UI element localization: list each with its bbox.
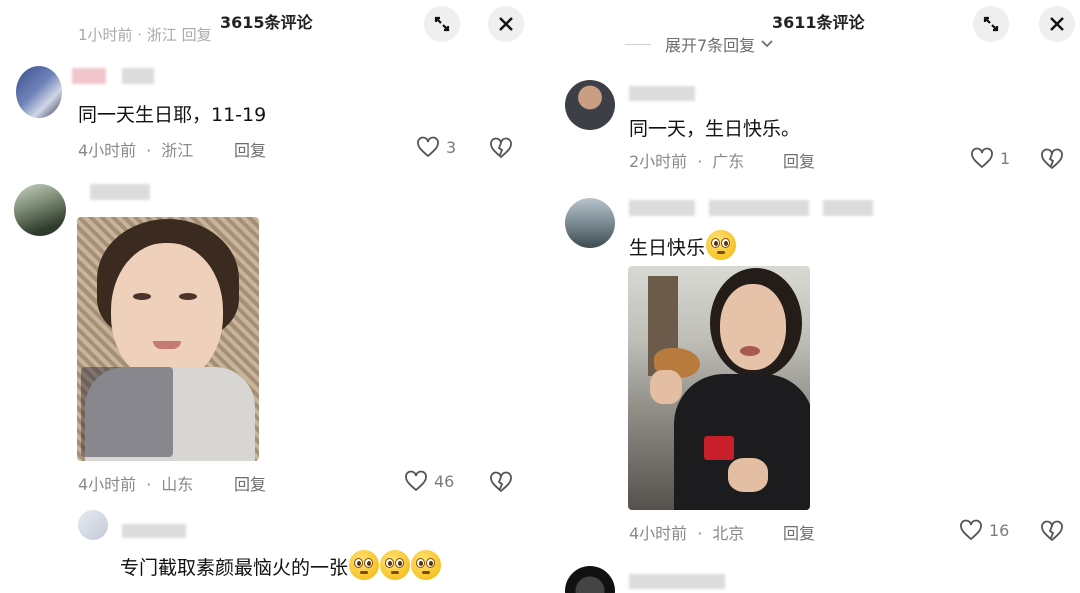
- right-comment-panel: 3611条评论 展开7条回复 同一天，生日快乐。 2小时前 · 广东 回复 1 生日…: [545, 0, 1080, 593]
- comment-count-title: 3611条评论: [772, 13, 865, 32]
- heart-icon: [405, 470, 427, 492]
- heart-icon: [971, 147, 993, 169]
- pleading-emoji: [349, 550, 380, 580]
- username-blurred: [90, 184, 150, 200]
- comment-time: 2小时前: [629, 152, 688, 171]
- person-hand: [728, 458, 768, 492]
- avatar[interactable]: [565, 80, 615, 130]
- expand-replies-label: 展开7条回复: [665, 36, 756, 55]
- avatar[interactable]: [16, 66, 62, 118]
- collapse-icon: [983, 16, 999, 32]
- comment-time: 4小时前: [78, 475, 137, 494]
- avatar[interactable]: [565, 566, 615, 593]
- like-count: 46: [434, 471, 455, 491]
- chevron-down-icon: [761, 40, 773, 48]
- comment-location: 浙江: [161, 141, 194, 160]
- comment-meta: 2小时前 · 广东: [629, 152, 745, 171]
- person-eye: [133, 293, 151, 300]
- dislike-icon[interactable]: [1039, 519, 1065, 543]
- pleading-emoji: [411, 550, 442, 580]
- close-button[interactable]: [488, 6, 524, 42]
- comment-meta: 4小时前 · 山东: [78, 475, 194, 494]
- comment-text: 生日快乐: [629, 230, 737, 260]
- like-button[interactable]: 46: [404, 470, 454, 492]
- username-blurred: [629, 574, 725, 589]
- close-button[interactable]: [1039, 6, 1075, 42]
- pleading-emoji: [706, 230, 737, 260]
- close-icon: [1050, 17, 1064, 31]
- comment-text-content: 生日快乐: [629, 237, 706, 259]
- like-count: 1: [1000, 148, 1011, 168]
- comment-text: 同一天生日耶，11-19: [78, 104, 267, 126]
- dislike-icon[interactable]: [1039, 147, 1065, 171]
- heart-icon: [417, 136, 439, 158]
- reply-button[interactable]: 回复: [783, 148, 815, 172]
- username-blurred: [709, 200, 809, 216]
- comment-count-title: 3615条评论: [220, 13, 313, 32]
- collapse-icon: [434, 16, 450, 32]
- reply-button[interactable]: 回复: [234, 137, 266, 161]
- person-mouth: [740, 346, 760, 356]
- comment-location: 北京: [712, 524, 745, 543]
- red-package: [704, 436, 734, 460]
- person-face: [720, 284, 786, 370]
- reply-button[interactable]: 回复: [783, 520, 815, 544]
- comment-text-content: 专门截取素颜最恼火的一张: [120, 557, 349, 579]
- avatar[interactable]: [78, 510, 108, 540]
- username-blurred: [122, 524, 186, 538]
- person-hand: [650, 370, 682, 404]
- pleading-emoji: [380, 550, 411, 580]
- left-comment-panel: 1小时前 · 浙江 回复 3615条评论 同一天生日耶，11-19 4小时前 · 浙…: [0, 0, 535, 593]
- like-button[interactable]: 16: [959, 519, 1009, 541]
- like-button[interactable]: 3: [416, 136, 456, 158]
- avatar[interactable]: [565, 198, 615, 248]
- comment-location: 广东: [712, 152, 745, 171]
- like-count: 16: [989, 520, 1010, 540]
- username-blurred: [823, 200, 873, 216]
- comment-text: 同一天，生日快乐。: [629, 118, 801, 140]
- comment-image[interactable]: [77, 217, 259, 461]
- reply-button[interactable]: 回复: [234, 471, 266, 495]
- comment-time: 4小时前: [78, 141, 137, 160]
- heart-icon: [960, 519, 982, 541]
- dislike-icon[interactable]: [488, 470, 514, 494]
- comment-meta: 4小时前 · 北京: [629, 524, 745, 543]
- expand-replies[interactable]: 展开7条回复: [625, 32, 775, 56]
- previous-comment-meta: 1小时前 · 浙江 回复: [78, 26, 212, 44]
- person-eye: [179, 293, 197, 300]
- close-icon: [499, 17, 513, 31]
- expand-divider: [625, 43, 651, 45]
- username-blurred: [629, 200, 695, 216]
- comment-location: 山东: [161, 475, 194, 494]
- comment-text: 专门截取素颜最恼火的一张: [120, 550, 442, 580]
- username-blurred: [72, 68, 106, 84]
- person-mouth: [153, 341, 181, 349]
- username-blurred: [122, 68, 154, 84]
- comment-time: 4小时前: [629, 524, 688, 543]
- avatar[interactable]: [14, 184, 66, 236]
- live-overlay: [81, 367, 173, 457]
- like-count: 3: [446, 137, 457, 157]
- comment-image[interactable]: [628, 266, 810, 510]
- comment-meta: 4小时前 · 浙江: [78, 141, 194, 160]
- like-button[interactable]: 1: [970, 147, 1010, 169]
- collapse-button[interactable]: [424, 6, 460, 42]
- dislike-icon[interactable]: [488, 136, 514, 160]
- collapse-button[interactable]: [973, 6, 1009, 42]
- person-face: [111, 243, 223, 383]
- username-blurred: [629, 86, 695, 101]
